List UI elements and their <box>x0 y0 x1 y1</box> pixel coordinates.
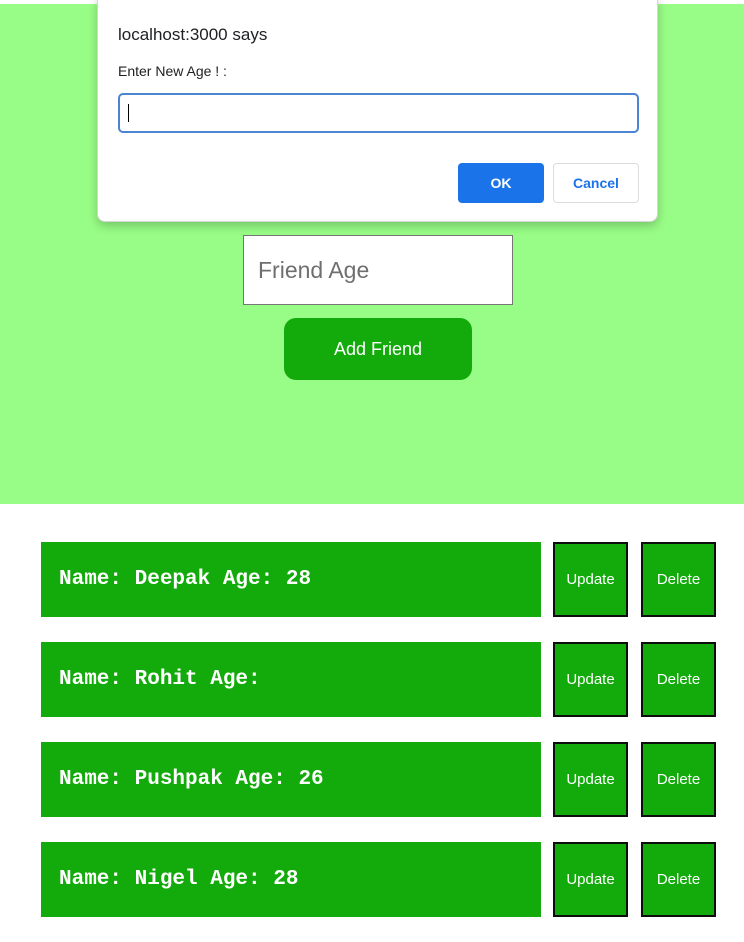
add-friend-button[interactable]: Add Friend <box>284 318 472 380</box>
app-window: Add Friend Name: Deepak Age: 28 Update D… <box>0 0 744 942</box>
update-button[interactable]: Update <box>553 542 628 617</box>
ok-button[interactable]: OK <box>458 163 544 203</box>
delete-button[interactable]: Delete <box>641 642 716 717</box>
friend-card: Name: Nigel Age: 28 <box>41 842 541 917</box>
friend-row: Name: Deepak Age: 28 Update Delete <box>41 542 721 618</box>
friend-card: Name: Deepak Age: 28 <box>41 542 541 617</box>
friend-row: Name: Pushpak Age: 26 Update Delete <box>41 742 721 818</box>
delete-button[interactable]: Delete <box>641 742 716 817</box>
prompt-dialog: localhost:3000 says Enter New Age ! : OK… <box>97 0 658 222</box>
delete-button[interactable]: Delete <box>641 542 716 617</box>
dialog-title: localhost:3000 says <box>118 25 268 44</box>
friend-card: Name: Pushpak Age: 26 <box>41 742 541 817</box>
friend-age-input[interactable] <box>243 235 513 305</box>
friend-row: Name: Nigel Age: 28 Update Delete <box>41 842 721 918</box>
update-button[interactable]: Update <box>553 842 628 917</box>
friend-row: Name: Rohit Age: Update Delete <box>41 642 721 718</box>
delete-button[interactable]: Delete <box>641 842 716 917</box>
update-button[interactable]: Update <box>553 742 628 817</box>
dialog-message: Enter New Age ! : <box>118 63 227 79</box>
friend-card: Name: Rohit Age: <box>41 642 541 717</box>
new-age-input[interactable] <box>118 93 639 133</box>
friends-list: Name: Deepak Age: 28 Update Delete Name:… <box>41 542 721 942</box>
update-button[interactable]: Update <box>553 642 628 717</box>
text-caret <box>128 104 129 122</box>
cancel-button[interactable]: Cancel <box>553 163 639 203</box>
